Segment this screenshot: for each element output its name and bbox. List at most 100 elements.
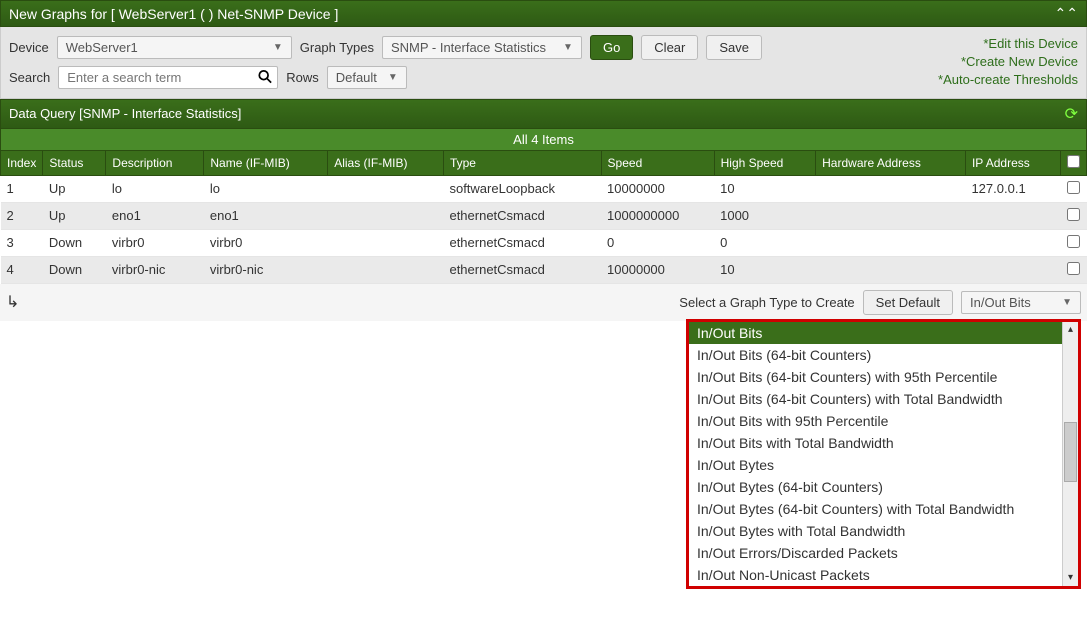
cell: 0 — [714, 229, 816, 256]
scroll-up-icon[interactable]: ▴ — [1063, 322, 1078, 338]
col-index[interactable]: Index — [1, 150, 43, 175]
cell — [816, 202, 966, 229]
cell: virbr0-nic — [106, 256, 204, 283]
col-speed[interactable]: Speed — [601, 150, 714, 175]
col-high-speed[interactable]: High Speed — [714, 150, 816, 175]
cell: 0 — [601, 229, 714, 256]
graph-type-select-value: In/Out Bits — [970, 295, 1031, 310]
search-input[interactable] — [58, 66, 278, 89]
data-query-title: Data Query [SNMP - Interface Statistics] — [9, 106, 1065, 121]
cell — [328, 175, 444, 202]
dropdown-option[interactable]: In/Out Bytes — [689, 454, 1062, 476]
dropdown-option[interactable]: In/Out Bytes (64-bit Counters) — [689, 476, 1062, 498]
cell: virbr0 — [204, 229, 328, 256]
right-links: *Edit this Device *Create New Device *Au… — [938, 35, 1078, 90]
chevron-down-icon: ▼ — [563, 42, 573, 53]
dropdown-option[interactable]: In/Out Bits (64-bit Counters) with Total… — [689, 388, 1062, 410]
cell: 1 — [1, 175, 43, 202]
graph-types-select[interactable]: SNMP - Interface Statistics ▼ — [382, 36, 582, 59]
dropdown-scrollbar[interactable]: ▴ ▾ — [1062, 322, 1078, 586]
device-select[interactable]: WebServer1 ▼ — [57, 36, 292, 59]
cell: Down — [43, 256, 106, 283]
cell: Up — [43, 175, 106, 202]
dropdown-option[interactable]: In/Out Bytes (64-bit Counters) with Tota… — [689, 498, 1062, 520]
cell: eno1 — [106, 202, 204, 229]
cell: 10000000 — [601, 256, 714, 283]
set-default-button[interactable]: Set Default — [863, 290, 953, 315]
dropdown-option[interactable]: In/Out Bits with 95th Percentile — [689, 410, 1062, 432]
row-select-cell — [1061, 175, 1087, 202]
cell — [965, 229, 1060, 256]
collapse-icon[interactable]: ⌃⌃ — [1055, 5, 1078, 22]
cell — [816, 175, 966, 202]
action-footer: ↳ Select a Graph Type to Create Set Defa… — [0, 284, 1087, 321]
filter-bar: Device WebServer1 ▼ Graph Types SNMP - I… — [0, 27, 1087, 99]
table-row[interactable]: 4Downvirbr0-nicvirbr0-nicethernetCsmacd1… — [1, 256, 1087, 283]
scroll-thumb[interactable] — [1064, 422, 1077, 482]
rows-select[interactable]: Default ▼ — [327, 66, 407, 89]
col-type[interactable]: Type — [443, 150, 601, 175]
cell: 10000000 — [601, 175, 714, 202]
chevron-down-icon: ▼ — [1062, 297, 1072, 308]
chevron-down-icon: ▼ — [273, 42, 283, 53]
cell: 2 — [1, 202, 43, 229]
search-icon[interactable] — [258, 69, 272, 86]
col-status[interactable]: Status — [43, 150, 106, 175]
row-select-cell — [1061, 256, 1087, 283]
auto-thresholds-link[interactable]: *Auto-create Thresholds — [938, 72, 1078, 87]
device-select-value: WebServer1 — [66, 40, 138, 55]
graph-types-label: Graph Types — [300, 40, 374, 55]
data-query-header: Data Query [SNMP - Interface Statistics]… — [0, 99, 1087, 129]
table-row[interactable]: 2Upeno1eno1ethernetCsmacd10000000001000 — [1, 202, 1087, 229]
cell: 127.0.0.1 — [965, 175, 1060, 202]
items-count-bar: All 4 Items — [0, 129, 1087, 150]
dropdown-option[interactable]: In/Out Bits with Total Bandwidth — [689, 432, 1062, 454]
clear-button[interactable]: Clear — [641, 35, 698, 60]
row-checkbox[interactable] — [1067, 181, 1080, 194]
cell: 10 — [714, 175, 816, 202]
selection-arrow-icon: ↳ — [6, 292, 19, 312]
save-button[interactable]: Save — [706, 35, 762, 60]
cell — [328, 229, 444, 256]
graph-type-select[interactable]: In/Out Bits ▼ — [961, 291, 1081, 314]
dropdown-option[interactable]: In/Out Bits (64-bit Counters) with 95th … — [689, 366, 1062, 388]
table-row[interactable]: 3Downvirbr0virbr0ethernetCsmacd00 — [1, 229, 1087, 256]
row-checkbox[interactable] — [1067, 235, 1080, 248]
page-title: New Graphs for [ WebServer1 ( ) Net-SNMP… — [9, 6, 1055, 22]
row-checkbox[interactable] — [1067, 262, 1080, 275]
row-checkbox[interactable] — [1067, 208, 1080, 221]
dropdown-option[interactable]: In/Out Non-Unicast Packets — [689, 564, 1062, 586]
col-ip-addr[interactable]: IP Address — [965, 150, 1060, 175]
col-description[interactable]: Description — [106, 150, 204, 175]
dropdown-option[interactable]: In/Out Errors/Discarded Packets — [689, 542, 1062, 564]
page-header: New Graphs for [ WebServer1 ( ) Net-SNMP… — [0, 0, 1087, 27]
graph-type-dropdown: In/Out BitsIn/Out Bits (64-bit Counters)… — [686, 319, 1081, 589]
col-hw-addr[interactable]: Hardware Address — [816, 150, 966, 175]
cell — [965, 202, 1060, 229]
device-label: Device — [9, 40, 49, 55]
go-button[interactable]: Go — [590, 35, 633, 60]
cell: lo — [204, 175, 328, 202]
cell — [816, 256, 966, 283]
create-device-link[interactable]: *Create New Device — [961, 54, 1078, 69]
cell: 1000000000 — [601, 202, 714, 229]
select-all-checkbox[interactable] — [1067, 155, 1080, 168]
dropdown-option[interactable]: In/Out Bits — [689, 322, 1062, 344]
cell: ethernetCsmacd — [443, 229, 601, 256]
scroll-down-icon[interactable]: ▾ — [1063, 570, 1078, 586]
edit-device-link[interactable]: *Edit this Device — [983, 36, 1078, 51]
col-alias[interactable]: Alias (IF-MIB) — [328, 150, 444, 175]
dropdown-option[interactable]: In/Out Bytes with Total Bandwidth — [689, 520, 1062, 542]
cell: 10 — [714, 256, 816, 283]
cell: virbr0-nic — [204, 256, 328, 283]
table-row[interactable]: 1UplolosoftwareLoopback1000000010127.0.0… — [1, 175, 1087, 202]
cell — [816, 229, 966, 256]
chevron-down-icon: ▼ — [388, 72, 398, 83]
dropdown-option[interactable]: In/Out Bits (64-bit Counters) — [689, 344, 1062, 366]
col-name[interactable]: Name (IF-MIB) — [204, 150, 328, 175]
cell: Down — [43, 229, 106, 256]
cell: lo — [106, 175, 204, 202]
cell: 3 — [1, 229, 43, 256]
rows-label: Rows — [286, 70, 319, 85]
refresh-icon[interactable]: ⟳ — [1065, 104, 1078, 124]
